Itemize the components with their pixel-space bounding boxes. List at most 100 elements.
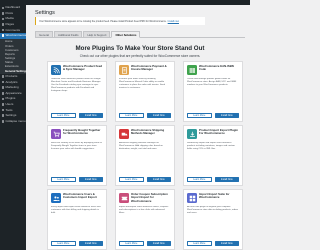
card-description: Easily import and export WooCommerce use… — [51, 206, 101, 214]
tools-icon — [1, 108, 5, 112]
invoice-icon — [119, 65, 129, 75]
sidebar-collapse[interactable]: Collapse menu — [0, 118, 26, 124]
card-header: Import Export Suite for WooCommerce — [187, 192, 239, 203]
card-header: WooCommerce Users & Customers Import Exp… — [51, 192, 103, 203]
install-now-button[interactable]: Install Now — [214, 241, 239, 246]
analytics-icon — [1, 80, 5, 84]
card-description: Seamlessly import and export WooCommerce… — [187, 142, 235, 150]
card-title: Product Import Export Plugin For WooComm… — [199, 128, 239, 136]
card-title: Order Coupon Subscription Import Export … — [131, 192, 168, 203]
install-now-button[interactable]: Install Now — [146, 177, 171, 182]
tab-other-solutions[interactable]: Other Solutions — [111, 31, 141, 38]
tab-general[interactable]: General — [35, 31, 53, 38]
notice-link[interactable]: Install now — [168, 20, 179, 23]
tab-help-support[interactable]: Help & Support — [83, 31, 111, 38]
card-description: An all-in-one plugin to migrate your com… — [187, 206, 239, 214]
collapse-icon — [1, 119, 5, 123]
card-title: Import Export Suite for WooCommerce — [199, 192, 230, 200]
install-now-button[interactable]: Install Now — [214, 177, 239, 182]
dashboard-icon — [1, 6, 5, 10]
section-subline: Check out our other plugins that are per… — [79, 54, 201, 58]
card-actions: Learn More Install Now — [119, 113, 171, 118]
card-description: Advanced shipping methods manager for Wo… — [119, 142, 163, 150]
card-description: Create and manage product global codes f… — [187, 78, 237, 86]
install-now-button[interactable]: Install Now — [78, 177, 103, 182]
users-icon — [51, 193, 61, 203]
card-header: Frequently Bought Together for WooCommer… — [51, 128, 103, 139]
card-actions: Learn More Install Now — [119, 177, 171, 182]
media-icon — [1, 17, 5, 21]
learn-more-button[interactable]: Learn More — [119, 241, 144, 246]
install-now-button[interactable]: Install Now — [146, 113, 171, 118]
woocommerce-icon — [1, 34, 5, 38]
learn-more-button[interactable]: Learn More — [187, 113, 212, 118]
import-icon — [187, 129, 197, 139]
users-icon — [1, 103, 5, 106]
learn-more-button[interactable]: Learn More — [51, 177, 76, 182]
plugin-card: Product Import Export Plugin For WooComm… — [183, 125, 243, 186]
appearance-icon — [1, 91, 5, 95]
card-description: Generate WooCommerce product feeds for G… — [51, 78, 101, 92]
card-title: WooCommerce Shipping Methods Manager — [131, 128, 165, 136]
plugin-card: WooCommerce EAN-ISBN Code Create and mana… — [183, 61, 243, 122]
plugin-card: WooCommerce Shipping Methods Manager Adva… — [115, 125, 175, 186]
posts-icon — [1, 12, 5, 15]
page-title: Settings — [35, 10, 55, 16]
plugin-card: Frequently Bought Together for WooCommer… — [47, 125, 107, 186]
card-actions: Learn More Install Now — [119, 241, 171, 246]
plugin-card: Order Coupon Subscription Import Export … — [115, 189, 175, 250]
card-header: WooCommerce Shipping Methods Manager — [119, 128, 171, 139]
suite-icon — [187, 193, 197, 203]
card-description: Boost the visibility of the items by dis… — [51, 142, 102, 150]
card-actions: Learn More Install Now — [187, 177, 239, 182]
marketing-icon — [1, 86, 5, 89]
section-headline: More Plugins To Make Your Store Stand Ou… — [75, 45, 205, 52]
card-header: WooCommerce Product Feed & Sync Manager — [51, 64, 103, 75]
install-now-button[interactable]: Install Now — [78, 113, 103, 118]
install-now-button[interactable]: Install Now — [146, 241, 171, 246]
card-actions: Learn More Install Now — [187, 241, 239, 246]
truck-icon — [119, 129, 129, 139]
woocommerce-submenu: Home Orders Customers Reports Settings S… — [0, 38, 27, 74]
notice-text: Your WooCommerce store appears to be mis… — [39, 19, 167, 23]
learn-more-button[interactable]: Learn More — [51, 113, 76, 118]
card-actions: Learn More Install Now — [51, 241, 103, 246]
card-title: WooCommerce Payment & Invoice Manager — [131, 64, 167, 72]
products-icon — [1, 75, 5, 78]
learn-more-button[interactable]: Learn More — [51, 241, 76, 246]
barcode-icon — [187, 65, 197, 75]
learn-more-button[interactable]: Learn More — [119, 177, 144, 182]
settings-tabs: General Additional Fields Help & Support… — [35, 31, 245, 38]
card-header: WooCommerce Payment & Invoice Manager — [119, 64, 171, 75]
card-actions: Learn More Install Now — [51, 177, 103, 182]
install-now-button[interactable]: Install Now — [78, 241, 103, 246]
card-header: WooCommerce EAN-ISBN Code — [187, 64, 239, 75]
plugin-card: WooCommerce Product Feed & Sync Manager G… — [47, 61, 107, 122]
plugin-card: Import Export Suite for WooCommerce An al… — [183, 189, 243, 250]
admin-notice: Your WooCommerce store appears to be mis… — [35, 17, 205, 25]
pages-icon — [1, 23, 5, 26]
plugin-card: WooCommerce Payment & Invoice Manager Inc… — [115, 61, 175, 122]
plugin-card-grid: WooCommerce Product Feed & Sync Manager G… — [47, 61, 247, 250]
cart-icon — [51, 129, 61, 139]
plugins-icon — [1, 97, 5, 101]
tab-additional-fields[interactable]: Additional Fields — [53, 31, 83, 38]
learn-more-button[interactable]: Learn More — [187, 241, 212, 246]
card-actions: Learn More Install Now — [51, 113, 103, 118]
card-title: WooCommerce Product Feed & Sync Manager — [63, 64, 103, 72]
card-description: Export and import WooCommerce orders, co… — [119, 206, 169, 215]
learn-more-button[interactable]: Learn More — [119, 113, 144, 118]
admin-sidebar: Dashboard Posts Media Pages Comments Woo… — [0, 5, 27, 250]
settings-icon — [1, 114, 5, 117]
install-now-button[interactable]: Install Now — [214, 113, 239, 118]
coupon-icon — [119, 193, 129, 203]
plugin-card: WooCommerce Users & Customers Import Exp… — [47, 189, 107, 250]
card-description: Increase your order value by enabling Wo… — [119, 78, 165, 89]
submenu-item-general-settings[interactable]: General Settings — [0, 69, 27, 73]
card-title: Frequently Bought Together for WooCommer… — [63, 128, 101, 136]
card-header: Product Import Export Plugin For WooComm… — [187, 128, 239, 139]
comments-icon — [1, 28, 5, 32]
card-title: WooCommerce EAN-ISBN Code — [199, 64, 234, 72]
learn-more-button[interactable]: Learn More — [187, 177, 212, 182]
card-actions: Learn More Install Now — [187, 113, 239, 118]
